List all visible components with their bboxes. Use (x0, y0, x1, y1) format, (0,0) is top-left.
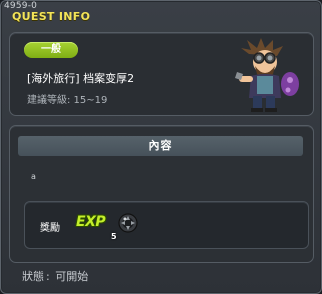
quest-content-panel: 內容 a 獎勵 EXP 5 (9, 125, 314, 263)
status-label: 狀態 (22, 270, 44, 283)
quest-info-window: 4959-0 QUEST INFO 一般 [海外旅行] 档案变厚2 建議等級: … (0, 0, 322, 294)
quest-summary-panel: 一般 [海外旅行] 档案变厚2 建議等級: 15~19 (9, 32, 314, 116)
reward-label: 獎勵 (40, 223, 60, 234)
recommended-level: 建議等級: 15~19 (27, 95, 108, 106)
status-value: 可開始 (55, 270, 89, 283)
npc-portrait-icon (235, 38, 299, 112)
quest-name: [海外旅行] 档案变厚2 (27, 72, 135, 85)
content-text: a (31, 172, 36, 181)
window-title[interactable]: QUEST INFO (12, 10, 90, 23)
item-count: 5 (111, 232, 117, 241)
status-separator: : (46, 270, 50, 283)
dark-orb-item-icon[interactable] (117, 212, 139, 234)
category-badge: 一般 (24, 42, 78, 58)
content-header: 內容 (18, 136, 303, 156)
quest-status: 狀態: 可開始 (22, 268, 88, 284)
reward-box: 獎勵 EXP 5 (24, 201, 309, 249)
exp-reward-icon[interactable]: EXP (76, 214, 106, 230)
